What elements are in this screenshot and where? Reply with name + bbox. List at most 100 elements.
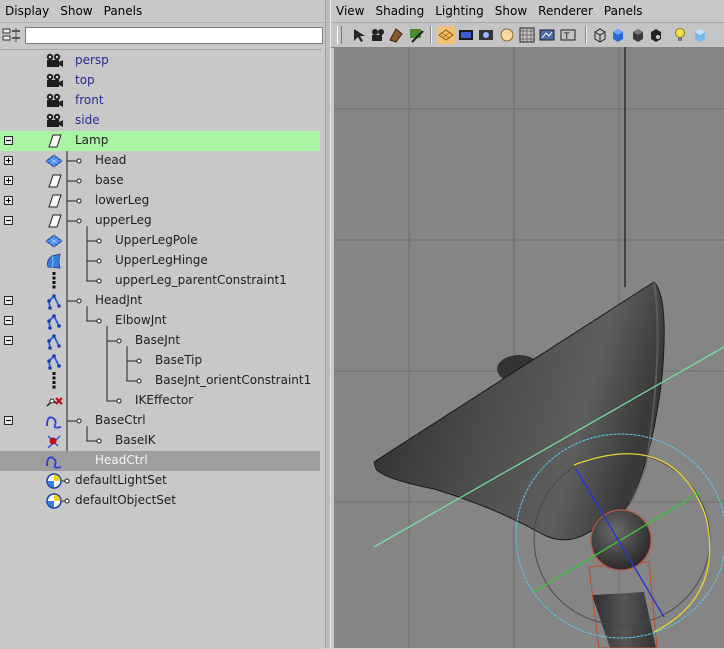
mesh-icon <box>44 152 64 170</box>
object-set-icon <box>44 472 64 490</box>
viewport-panel: View Shading Lighting Show Renderer Pane… <box>331 0 724 648</box>
outliner-item-label: Head <box>95 153 127 167</box>
select-camera-icon[interactable] <box>351 26 369 44</box>
outliner-item-top[interactable]: top <box>0 71 320 91</box>
joint-icon <box>44 292 64 310</box>
outliner-search-input[interactable] <box>25 27 323 44</box>
use-lights-icon[interactable] <box>671 26 689 44</box>
resolution-gate-icon[interactable] <box>477 26 495 44</box>
viewport-grid <box>334 47 724 648</box>
transform-icon <box>44 172 64 190</box>
collapse-icon[interactable] <box>4 416 13 425</box>
outliner-item-ikeffector[interactable]: IKEffector <box>0 391 320 411</box>
field-chart-icon[interactable] <box>518 26 536 44</box>
outliner-item-elbowjnt[interactable]: ElbowJnt <box>0 311 320 331</box>
textured-icon[interactable] <box>647 26 665 44</box>
viewport-menubar: View Shading Lighting Show Renderer Pane… <box>331 0 724 22</box>
collapse-icon[interactable] <box>4 316 13 325</box>
svg-text:T: T <box>563 32 570 42</box>
transform-icon <box>44 212 64 230</box>
camera-icon <box>44 112 64 130</box>
viewport-menu-view[interactable]: View <box>331 0 370 22</box>
camera-icon <box>44 92 64 110</box>
outliner-item-label: persp <box>75 53 109 67</box>
outliner-item-base[interactable]: base <box>0 171 320 191</box>
outliner-item-persp[interactable]: persp <box>0 51 320 71</box>
outliner-item-basejnt[interactable]: BaseJnt <box>0 331 320 351</box>
outliner-item-basectrl[interactable]: BaseCtrl <box>0 411 320 431</box>
wireframe-icon[interactable] <box>591 26 609 44</box>
outliner-item-label: top <box>75 73 95 87</box>
expand-icon[interactable] <box>4 196 13 205</box>
outliner-menu-display[interactable]: Display <box>0 0 55 22</box>
toolbar-separator <box>430 26 432 44</box>
mesh-icon <box>44 232 64 250</box>
outliner-item-basetip[interactable]: BaseTip <box>0 351 320 371</box>
expand-icon[interactable] <box>4 176 13 185</box>
outliner-menubar: Display Show Panels <box>0 0 325 22</box>
viewport-menu-show[interactable]: Show <box>490 0 533 22</box>
outliner-item-defaultlightset[interactable]: defaultLightSet <box>0 471 320 491</box>
joint-icon <box>44 352 64 370</box>
collapse-icon[interactable] <box>4 296 13 305</box>
outliner-item-lowerleg[interactable]: lowerLeg <box>0 191 320 211</box>
viewport-scene[interactable] <box>334 47 724 648</box>
outliner-item-upperleghinge[interactable]: UpperLegHinge <box>0 251 320 271</box>
outliner-menu-panels[interactable]: Panels <box>99 0 149 22</box>
outliner-item-lamp[interactable]: Lamp <box>0 131 320 151</box>
toolbar-separator <box>585 26 587 44</box>
camera-attributes-icon[interactable] <box>369 26 387 44</box>
outliner-item-defaultobjectset[interactable]: defaultObjectSet <box>0 491 320 511</box>
outliner-item-label: IKEffector <box>135 393 194 407</box>
transform-icon <box>44 132 64 150</box>
outliner-item-baseik[interactable]: BaseIK <box>0 431 320 451</box>
safe-action-icon[interactable] <box>538 26 556 44</box>
viewport-menu-lighting[interactable]: Lighting <box>430 0 490 22</box>
collapse-icon[interactable] <box>4 336 13 345</box>
3d-viewport[interactable] <box>334 47 724 648</box>
toolbar-grip[interactable] <box>337 26 342 44</box>
camera-icon <box>44 72 64 90</box>
image-plane-icon[interactable] <box>407 26 425 44</box>
ik-effector-icon <box>44 392 64 410</box>
outliner-item-upperleg-parentconstraint1[interactable]: upperLeg_parentConstraint1 <box>0 271 320 291</box>
default-material-icon[interactable] <box>629 26 647 44</box>
outliner-item-label: lowerLeg <box>95 193 150 207</box>
nurbs-curve-icon <box>44 452 64 470</box>
outliner-item-label: HeadCtrl <box>95 453 148 467</box>
filter-options-icon[interactable] <box>2 26 22 44</box>
viewport-menu-panels[interactable]: Panels <box>599 0 649 22</box>
collapse-icon[interactable] <box>4 216 13 225</box>
outliner-item-basejnt-orientconstraint1[interactable]: BaseJnt_orientConstraint1 <box>0 371 320 391</box>
outliner-item-head[interactable]: Head <box>0 151 320 171</box>
viewport-menu-shading[interactable]: Shading <box>370 0 430 22</box>
outliner-item-headjnt[interactable]: HeadJnt <box>0 291 320 311</box>
outliner-item-front[interactable]: front <box>0 91 320 111</box>
gate-mask-icon[interactable] <box>498 26 516 44</box>
object-set-icon <box>44 492 64 510</box>
outliner-item-headctrl[interactable]: HeadCtrl <box>0 451 320 471</box>
outliner-item-label: BaseJnt_orientConstraint1 <box>155 373 312 387</box>
viewport-toolbar: T <box>331 22 724 48</box>
constraint-icon <box>44 272 64 290</box>
bookmarks-icon[interactable] <box>387 26 405 44</box>
shadows-icon[interactable] <box>691 26 709 44</box>
outliner-item-side[interactable]: side <box>0 111 320 131</box>
smooth-shade-icon[interactable] <box>609 26 627 44</box>
lamp-shade[interactable] <box>373 281 665 541</box>
joint-icon <box>44 312 64 330</box>
outliner-item-label: BaseTip <box>155 353 203 367</box>
outliner-item-upperlegpole[interactable]: UpperLegPole <box>0 231 320 251</box>
camera-icon <box>44 52 64 70</box>
safe-title-icon[interactable]: T <box>559 26 577 44</box>
outliner-item-label: defaultObjectSet <box>75 493 177 507</box>
viewport-menu-renderer[interactable]: Renderer <box>533 0 599 22</box>
collapse-icon[interactable] <box>4 136 13 145</box>
film-gate-icon[interactable] <box>457 26 475 44</box>
outliner-item-label: UpperLegHinge <box>115 253 208 267</box>
grid-icon[interactable] <box>437 26 455 44</box>
outliner-menu-show[interactable]: Show <box>55 0 98 22</box>
joint-icon <box>44 332 64 350</box>
expand-icon[interactable] <box>4 156 13 165</box>
outliner-item-upperleg[interactable]: upperLeg <box>0 211 320 231</box>
